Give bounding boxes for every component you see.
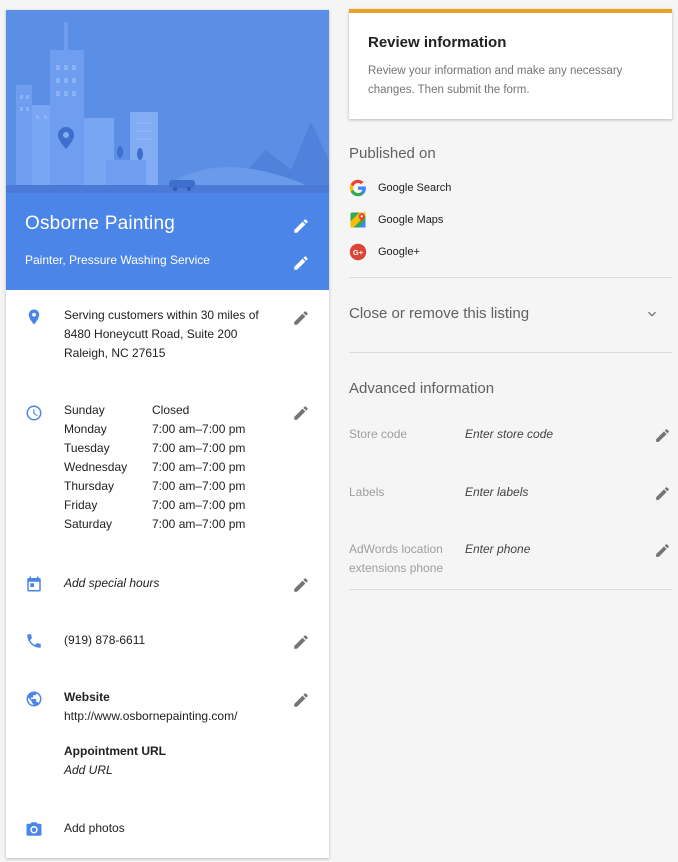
edit-hours-button[interactable]: [292, 404, 310, 422]
phone-number: (919) 878-6611: [64, 633, 146, 647]
website-row: Website http://www.osbornepainting.com/ …: [6, 688, 329, 788]
clock-icon: [25, 404, 43, 422]
website-label: Website: [64, 690, 110, 704]
photos-row[interactable]: Add photos: [6, 818, 329, 840]
pencil-icon: [656, 544, 669, 557]
divider: [349, 277, 672, 278]
business-header: Osborne Painting Painter, Pressure Washi…: [6, 193, 329, 290]
hours-table: Sunday Closed Monday 7:00 am–7:00 pm Tuesd…: [64, 401, 245, 534]
edit-special-hours-button[interactable]: [292, 576, 310, 594]
chevron-down-icon[interactable]: [644, 306, 660, 322]
labels-label: Labels: [349, 485, 385, 499]
edit-name-button[interactable]: [292, 217, 310, 235]
camera-icon: [25, 820, 43, 838]
edit-adwords-phone-button[interactable]: [654, 542, 671, 559]
day-label: Monday: [64, 422, 107, 436]
pencil-icon: [294, 693, 308, 707]
edit-store-code-button[interactable]: [654, 427, 671, 444]
edit-category-button[interactable]: [292, 254, 310, 272]
hours-row: Sunday Closed Monday 7:00 am–7:00 pm Tuesd…: [6, 401, 329, 536]
adwords-phone-value[interactable]: Enter phone: [465, 542, 530, 556]
store-code-label: Store code: [349, 427, 408, 441]
published-google-maps: Google Maps: [349, 210, 443, 230]
pencil-icon: [294, 256, 308, 270]
pencil-icon: [294, 219, 308, 233]
google-search-icon: [349, 179, 367, 197]
divider: [349, 352, 672, 353]
hours-row-thursday: Thursday 7:00 am–7:00 pm: [64, 477, 245, 496]
city-skyline-illustration: [6, 10, 329, 193]
review-description: Review your information and make any nec…: [368, 65, 623, 96]
globe-icon: [25, 690, 43, 708]
edit-address-button[interactable]: [292, 309, 310, 327]
day-label: Thursday: [64, 479, 115, 493]
day-label: Tuesday: [64, 441, 110, 455]
add-photos-label: Add photos: [64, 821, 125, 835]
hours-value: 7:00 am–7:00 pm: [152, 517, 246, 531]
google-plus-icon: G+: [349, 243, 367, 261]
review-title: Review information: [368, 34, 507, 51]
day-label: Friday: [64, 498, 98, 512]
location-pin-icon: [25, 308, 43, 326]
labels-value[interactable]: Enter labels: [465, 485, 528, 499]
day-label: Wednesday: [64, 460, 128, 474]
divider: [349, 589, 672, 590]
address-text: Serving customers within 30 miles of 848…: [64, 306, 259, 363]
pencil-icon: [294, 311, 308, 325]
special-hours-row[interactable]: Add special hours: [6, 573, 329, 595]
review-information-card: Review information Review your informati…: [349, 9, 672, 119]
hours-row-friday: Friday 7:00 am–7:00 pm: [64, 496, 245, 515]
business-categories: Painter, Pressure Washing Service: [25, 253, 210, 267]
pencil-icon: [294, 578, 308, 592]
hours-value: 7:00 am–7:00 pm: [152, 422, 246, 436]
hours-value: 7:00 am–7:00 pm: [152, 441, 246, 455]
phone-icon: [25, 632, 43, 650]
hero-illustration: [6, 10, 329, 193]
published-google-search: Google Search: [349, 178, 451, 198]
hours-value: 7:00 am–7:00 pm: [152, 498, 246, 512]
special-hours-text: Add special hours: [64, 576, 160, 590]
business-info-card: Osborne Painting Painter, Pressure Washi…: [6, 10, 329, 858]
appointment-url-value[interactable]: Add URL: [64, 761, 237, 780]
pencil-icon: [294, 406, 308, 420]
hours-value: 7:00 am–7:00 pm: [152, 479, 246, 493]
close-listing-toggle[interactable]: Close or remove this listing: [349, 305, 529, 322]
hours-row-tuesday: Tuesday 7:00 am–7:00 pm: [64, 439, 245, 458]
hours-row-saturday: Saturday 7:00 am–7:00 pm: [64, 515, 245, 534]
pencil-icon: [656, 429, 669, 442]
hours-row-monday: Monday 7:00 am–7:00 pm: [64, 420, 245, 439]
published-on-title: Published on: [349, 145, 436, 162]
website-url: http://www.osbornepainting.com/: [64, 709, 238, 723]
edit-website-button[interactable]: [292, 691, 310, 709]
day-label: Sunday: [64, 403, 105, 417]
pencil-icon: [656, 487, 669, 500]
published-item-label: Google Maps: [378, 214, 444, 226]
appointment-url-label: Appointment URL: [64, 744, 166, 758]
store-code-value[interactable]: Enter store code: [465, 427, 553, 441]
hours-value: Closed: [152, 403, 190, 417]
hours-row-sunday: Sunday Closed: [64, 401, 245, 420]
google-maps-icon: [349, 211, 367, 229]
published-google-plus: G+ Google+: [349, 242, 420, 262]
day-label: Saturday: [64, 517, 113, 531]
published-item-label: Google+: [378, 246, 420, 258]
address-line-3: Raleigh, NC 27615: [64, 346, 166, 360]
business-name: Osborne Painting: [25, 213, 176, 234]
advanced-info-title: Advanced information: [349, 380, 495, 397]
edit-labels-button[interactable]: [654, 485, 671, 502]
phone-row: (919) 878-6611: [6, 630, 329, 652]
address-line-1: Serving customers within 30 miles of: [64, 308, 259, 322]
adwords-phone-label: AdWords location extensions phone: [349, 542, 444, 575]
hours-row-wednesday: Wednesday 7:00 am–7:00 pm: [64, 458, 245, 477]
edit-phone-button[interactable]: [292, 633, 310, 651]
address-row: Serving customers within 30 miles of 848…: [6, 306, 329, 366]
hours-value: 7:00 am–7:00 pm: [152, 460, 246, 474]
address-line-2: 8480 Honeycutt Road, Suite 200: [64, 327, 238, 341]
published-item-label: Google Search: [378, 182, 452, 194]
svg-text:G+: G+: [353, 248, 364, 257]
pencil-icon: [294, 635, 308, 649]
calendar-icon: [25, 575, 43, 593]
